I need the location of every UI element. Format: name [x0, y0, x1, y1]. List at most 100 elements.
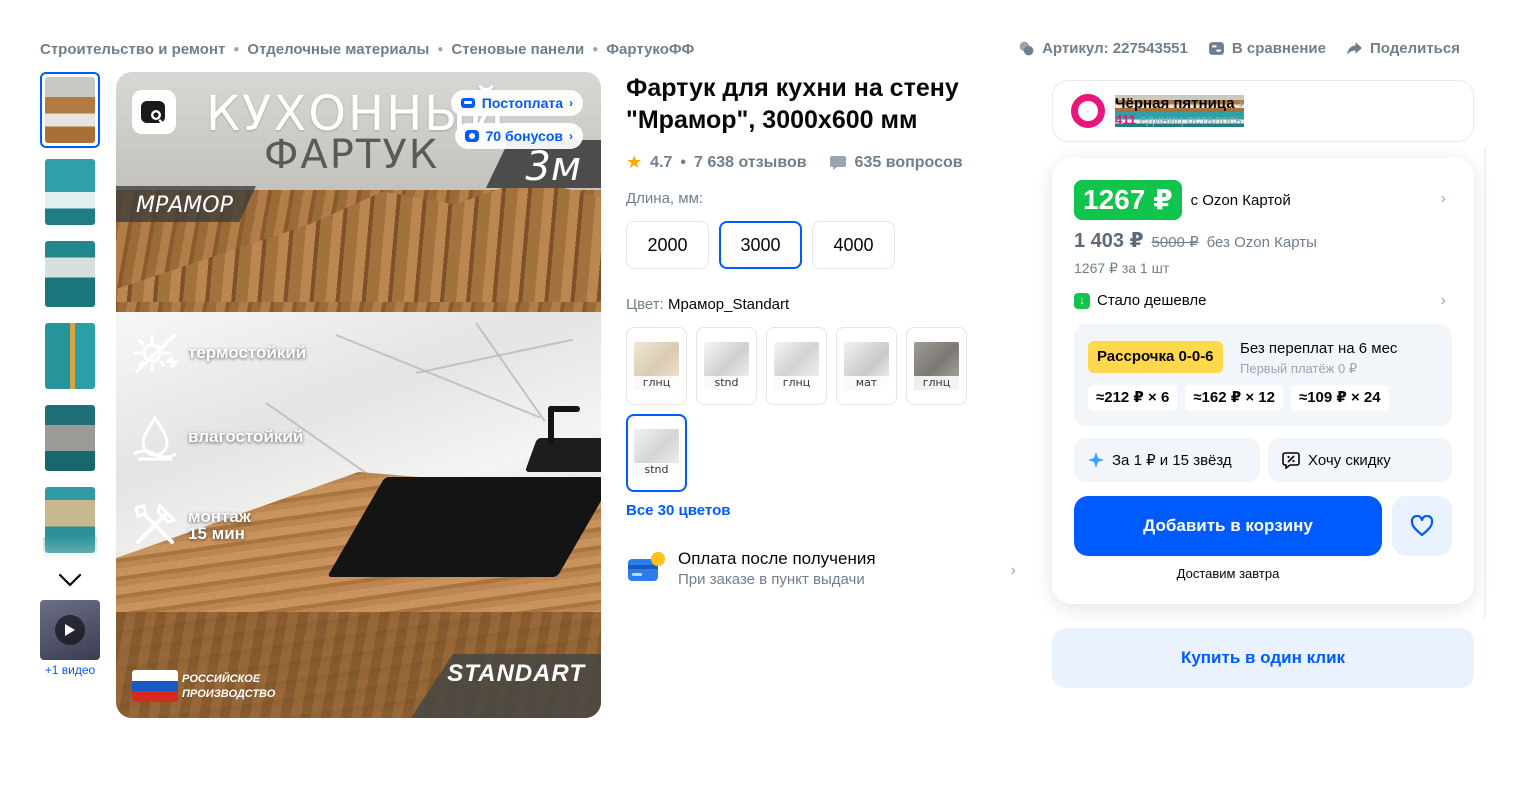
color-swatch[interactable]: глнц [906, 327, 967, 405]
rating-value[interactable]: 4.7 [650, 154, 672, 172]
swatch-finish: глнц [774, 376, 819, 390]
scrollbar-track[interactable] [1484, 148, 1486, 618]
length-option[interactable]: 2000 [626, 221, 709, 269]
chevron-right-icon: › [1238, 95, 1244, 112]
buy-one-click-button[interactable]: Купить в один клик [1052, 628, 1474, 688]
thumbnail[interactable] [40, 72, 100, 148]
installment-block: Рассрочка 0-0-6 Без переплат на 6 мес Пе… [1074, 324, 1452, 426]
rating-separator: • [680, 153, 686, 171]
article-number: Артикул: 227543551 [1042, 40, 1188, 57]
price-drop-row[interactable]: ↓ Стало дешевле [1074, 292, 1207, 309]
installment-badge[interactable]: Рассрочка 0-0-6 [1088, 341, 1223, 373]
image-length-badge: 3м [525, 144, 581, 190]
breadcrumb-item[interactable]: Стеновые панели [451, 41, 584, 58]
share-icon [1347, 42, 1362, 55]
color-swatch[interactable]: мат [836, 327, 897, 405]
bonus-icon [464, 130, 479, 142]
thumbnail[interactable] [40, 318, 100, 394]
swatch-finish: глнц [634, 376, 679, 390]
bonus-pill[interactable]: 70 бонусов › [454, 123, 583, 149]
image-sink [524, 438, 601, 472]
card-price-row[interactable]: 1267 ₽ с Ozon Картой [1074, 180, 1291, 220]
image-faucet [548, 406, 554, 446]
length-option[interactable]: 4000 [812, 221, 895, 269]
play-icon [55, 615, 85, 645]
card-price-label: с Ozon Картой [1190, 191, 1291, 209]
promo-text: Чёрная пятница › 411 единиц осталось [1115, 95, 1244, 127]
payment-subtitle: При заказе в пункт выдачи [678, 571, 865, 588]
card-price: 1267 ₽ [1074, 180, 1182, 220]
installment-plan[interactable]: ≈109 ₽ × 24 [1290, 385, 1389, 411]
color-swatches: глнц stnd глнц мат глнц stnd [626, 327, 976, 492]
video-count-label[interactable]: +1 видео [40, 663, 100, 677]
old-price: 5000 ₽ [1151, 234, 1199, 251]
brand-logo [132, 90, 176, 134]
swatch-image: глнц [774, 342, 819, 390]
share-label: Поделиться [1369, 40, 1460, 57]
color-swatch-selected[interactable]: stnd [626, 414, 687, 492]
feature-label: термостойкий [188, 343, 307, 362]
postpay-label: Постоплата [481, 95, 563, 111]
chevron-right-icon[interactable]: › [1441, 190, 1446, 208]
color-swatch[interactable]: stnd [696, 327, 757, 405]
length-label: Длина, мм: [626, 190, 704, 207]
thumbnail[interactable] [40, 236, 100, 312]
postpay-pill[interactable]: Постоплата › [450, 90, 583, 116]
compare-button[interactable]: В сравнение [1208, 40, 1326, 57]
feature-moisture-resistant: влагостойкий [130, 412, 303, 462]
tools-icon [134, 503, 177, 544]
chevron-right-icon: › [569, 129, 573, 143]
payment-after-delivery[interactable]: Оплата после получения При заказе в пунк… [626, 549, 1016, 589]
installment-plan[interactable]: ≈162 ₽ × 12 [1185, 385, 1283, 411]
bonus-label: 70 бонусов [485, 128, 564, 144]
compare-label: В сравнение [1231, 40, 1326, 57]
chevron-right-icon[interactable]: › [1441, 292, 1446, 310]
thumbnail[interactable] [40, 400, 100, 476]
regular-price-label: без Ozon Карты [1206, 234, 1317, 251]
swatch-image: мат [844, 342, 889, 390]
length-option-selected[interactable]: 3000 [719, 221, 802, 269]
installment-title: Без переплат на 6 мес [1240, 340, 1398, 357]
all-colors-link[interactable]: Все 30 цветов [626, 502, 730, 519]
color-swatch[interactable]: глнц [626, 327, 687, 405]
reviews-link[interactable]: 7 638 отзывов [694, 154, 807, 172]
video-thumbnail[interactable] [40, 600, 100, 660]
installment-plan[interactable]: ≈212 ₽ × 6 [1088, 385, 1178, 411]
promo-count: 411 [1115, 112, 1136, 127]
sparkle-icon [1088, 452, 1104, 468]
origin-label: РОССИЙСКОЕ ПРОИЗВОДСТВО [182, 672, 275, 702]
color-swatch[interactable]: глнц [766, 327, 827, 405]
origin-line: ПРОИЗВОДСТВО [182, 688, 276, 700]
main-product-image[interactable]: КУХОННЫЙ ФАРТУК 3м МРАМОР Постоплата › 7… [116, 72, 601, 718]
article-copy[interactable]: Артикул: 227543551 [1018, 40, 1188, 57]
discount-button-label: Хочу скидку [1308, 451, 1391, 469]
want-discount-button[interactable]: Хочу скидку [1268, 438, 1452, 482]
breadcrumb-item[interactable]: Строительство и ремонт [40, 41, 225, 58]
promo-black-friday[interactable]: Чёрная пятница › 411 единиц осталось [1052, 80, 1474, 142]
arrow-down-icon: ↓ [1074, 292, 1090, 309]
thumbnails-scroll-down[interactable] [40, 536, 100, 600]
image-title-line2: ФАРТУК [264, 132, 440, 178]
breadcrumb-item[interactable]: Отделочные материалы [247, 41, 429, 58]
stars-button-label: За 1 ₽ и 15 звёзд [1112, 452, 1232, 469]
thumbnail-fade [43, 536, 97, 560]
thumbnail[interactable] [40, 154, 100, 230]
rating-row: ★ 4.7 • 7 638 отзывов 635 вопросов [626, 152, 963, 173]
heart-icon [1410, 515, 1434, 537]
installment-subtitle: Первый платёж 0 ₽ [1240, 361, 1358, 376]
thumbnail-image [45, 323, 95, 389]
delivery-info: Доставим завтра [1176, 566, 1280, 581]
add-to-cart-button[interactable]: Добавить в корзину [1074, 496, 1382, 556]
discount-icon [1282, 452, 1300, 469]
questions-link[interactable]: 635 вопросов [855, 154, 963, 172]
swatch-image: глнц [914, 342, 959, 390]
breadcrumb: Строительство и ремонт ● Отделочные мате… [40, 40, 694, 58]
heat-resistant-icon [133, 332, 178, 374]
breadcrumb-item[interactable]: ФартукоФФ [606, 41, 694, 58]
stars-purchase-button[interactable]: За 1 ₽ и 15 звёзд [1074, 438, 1260, 482]
thumbnail-image [45, 77, 95, 143]
share-button[interactable]: Поделиться [1346, 40, 1460, 57]
feature-installation: монтаж 15 мин [130, 500, 251, 550]
water-drop-icon [133, 415, 177, 461]
favorite-button[interactable] [1392, 496, 1452, 556]
